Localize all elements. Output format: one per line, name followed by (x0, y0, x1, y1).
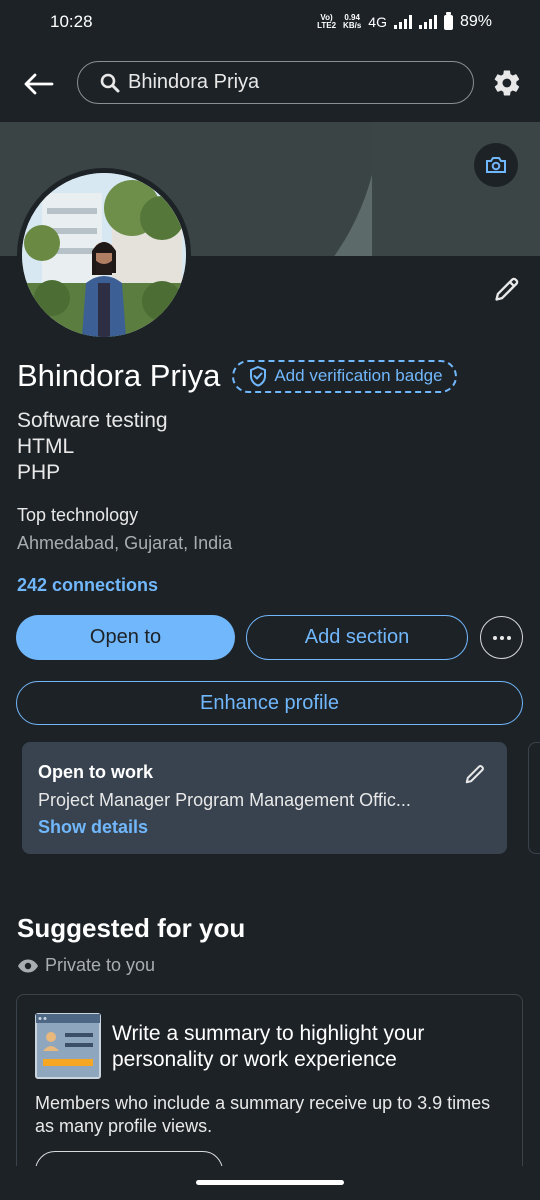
profile-name: Bhindora Priya (17, 358, 221, 393)
more-options-button[interactable] (480, 616, 523, 659)
headline-line: PHP (17, 461, 61, 484)
camera-icon (486, 157, 506, 173)
signal-icon (393, 15, 412, 29)
profile-headline: Software testing HTML PHP (17, 408, 168, 486)
volte-indicator: Vo) LTE2 (317, 13, 337, 30)
search-value: Bhindora Priya (128, 71, 260, 93)
eye-icon (18, 959, 38, 972)
show-details-link[interactable]: Show details (38, 817, 491, 838)
name-row: Bhindora Priya Add verification badge (17, 358, 457, 394)
suggestion-card-description: Members who include a summary receive up… (35, 1093, 491, 1136)
cover-shape (372, 122, 540, 256)
status-bar: 10:28 Vo) LTE2 0.94 KB/s 4G 89% (0, 0, 540, 44)
verification-label: Add verification badge (274, 366, 443, 385)
back-button[interactable] (20, 66, 56, 102)
open-to-work-card[interactable]: Open to work Project Manager Program Man… (22, 742, 507, 854)
search-icon (100, 73, 120, 92)
add-verification-badge-button[interactable]: Add verification badge (232, 359, 457, 393)
open-to-work-roles: Project Manager Program Management Offic… (38, 790, 411, 810)
headline-line: Software testing (17, 409, 168, 432)
summary-document-icon (35, 1013, 101, 1079)
pencil-icon (495, 277, 519, 301)
dot (492, 635, 497, 640)
suggestion-card-title: Write a summary to highlight your person… (112, 1022, 425, 1071)
status-icons: Vo) LTE2 0.94 KB/s 4G 89% (317, 11, 492, 31)
settings-button[interactable] (490, 66, 524, 100)
edit-open-to-work-button[interactable] (463, 762, 487, 786)
suggested-section-title: Suggested for you (17, 913, 246, 943)
top-bar: Bhindora Priya (0, 44, 540, 122)
back-arrow-icon (24, 73, 54, 95)
profile-photo (22, 173, 186, 337)
connections-link[interactable]: 242 connections (17, 575, 158, 596)
add-section-button[interactable]: Add section (246, 615, 468, 660)
dot (499, 635, 504, 640)
signal-icon-2 (418, 15, 437, 29)
next-card-peek[interactable] (528, 742, 540, 854)
battery-icon (443, 11, 453, 30)
headline-line: HTML (17, 435, 75, 458)
shield-check-icon (250, 365, 267, 387)
profile-photo-illustration (22, 173, 186, 337)
profile-location: Ahmedabad, Gujarat, India (17, 533, 233, 553)
open-to-button[interactable]: Open to (16, 615, 235, 660)
gear-icon (494, 70, 520, 96)
profile-company: Top technology (17, 505, 139, 525)
status-time: 10:28 (50, 12, 93, 31)
edit-intro-button[interactable] (490, 272, 524, 306)
avatar[interactable] (17, 168, 191, 342)
network-speed: 0.94 KB/s (343, 13, 362, 30)
edit-cover-button[interactable] (474, 143, 518, 187)
privacy-label: Private to you (45, 955, 156, 975)
pencil-icon (465, 765, 484, 784)
battery-percent: 89% (459, 13, 492, 30)
search-input[interactable]: Bhindora Priya (77, 61, 474, 104)
open-to-work-title: Open to work (38, 762, 154, 782)
dot (506, 635, 511, 640)
network-type: 4G (368, 14, 387, 30)
privacy-note: Private to you (17, 955, 155, 976)
home-indicator[interactable] (196, 1180, 344, 1185)
enhance-profile-button[interactable]: Enhance profile (16, 681, 523, 725)
